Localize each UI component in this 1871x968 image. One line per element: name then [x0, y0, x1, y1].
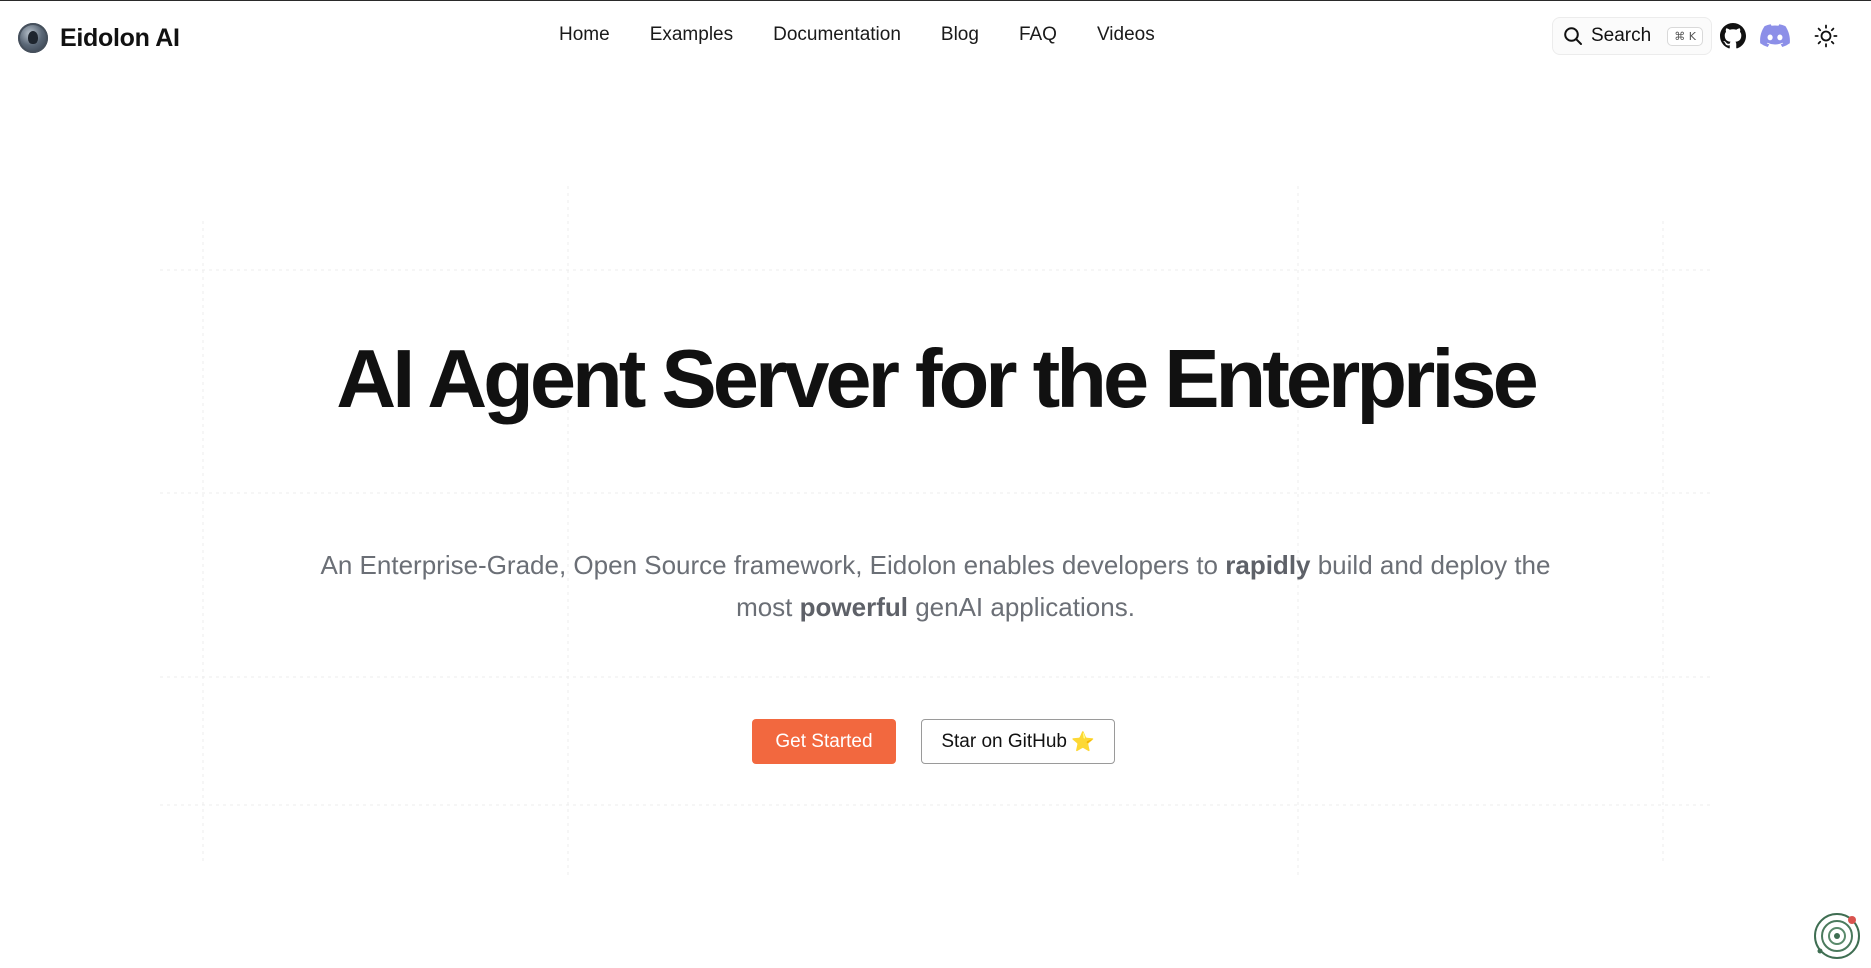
github-link[interactable]	[1718, 21, 1748, 51]
search-icon	[1563, 26, 1583, 46]
hero-subtitle-bold-powerful: powerful	[799, 592, 908, 622]
hero-subtitle-text-3: genAI applications.	[907, 592, 1135, 622]
nav-item-faq[interactable]: FAQ	[1019, 23, 1057, 47]
theme-toggle-button[interactable]	[1811, 21, 1841, 51]
top-navbar: Eidolon AI Home Examples Documentation B…	[0, 1, 1871, 75]
orbit-widget-icon	[1814, 913, 1860, 959]
background-grid	[160, 186, 1710, 876]
search-shortcut-badge: ⌘ K	[1667, 26, 1703, 46]
brand-home-link[interactable]: Eidolon AI	[18, 23, 180, 53]
star-on-github-button[interactable]: Star on GitHub ⭐	[921, 719, 1115, 764]
star-on-github-label: Star on GitHub	[941, 730, 1067, 752]
nav-item-examples[interactable]: Examples	[650, 23, 733, 47]
avatar-logo-icon	[18, 23, 48, 53]
sun-icon	[1814, 24, 1838, 48]
nav-item-documentation[interactable]: Documentation	[773, 23, 901, 47]
nav-item-home[interactable]: Home	[559, 23, 610, 47]
hero-subtitle-text-1: An Enterprise-Grade, Open Source framewo…	[320, 550, 1226, 580]
brand-name: Eidolon AI	[60, 23, 180, 52]
github-icon	[1720, 23, 1746, 49]
discord-icon	[1760, 24, 1790, 47]
get-started-button[interactable]: Get Started	[752, 719, 896, 764]
cta-row: Get Started Star on GitHub ⭐	[752, 719, 1115, 764]
hero-title: AI Agent Server for the Enterprise	[336, 332, 1538, 425]
page: Eidolon AI Home Examples Documentation B…	[0, 0, 1871, 968]
nav-item-videos[interactable]: Videos	[1097, 23, 1155, 47]
hero-subtitle: An Enterprise-Grade, Open Source framewo…	[310, 544, 1561, 628]
hero-subtitle-bold-rapidly: rapidly	[1225, 550, 1311, 580]
floating-assistant-button[interactable]	[1812, 911, 1862, 961]
nav-item-blog[interactable]: Blog	[941, 23, 979, 47]
search-label: Search	[1591, 25, 1652, 46]
star-icon: ⭐	[1071, 731, 1095, 753]
main-nav: Home Examples Documentation Blog FAQ Vid…	[559, 23, 1195, 47]
search-button[interactable]: Search ⌘ K	[1552, 17, 1712, 55]
discord-link[interactable]	[1760, 21, 1790, 51]
